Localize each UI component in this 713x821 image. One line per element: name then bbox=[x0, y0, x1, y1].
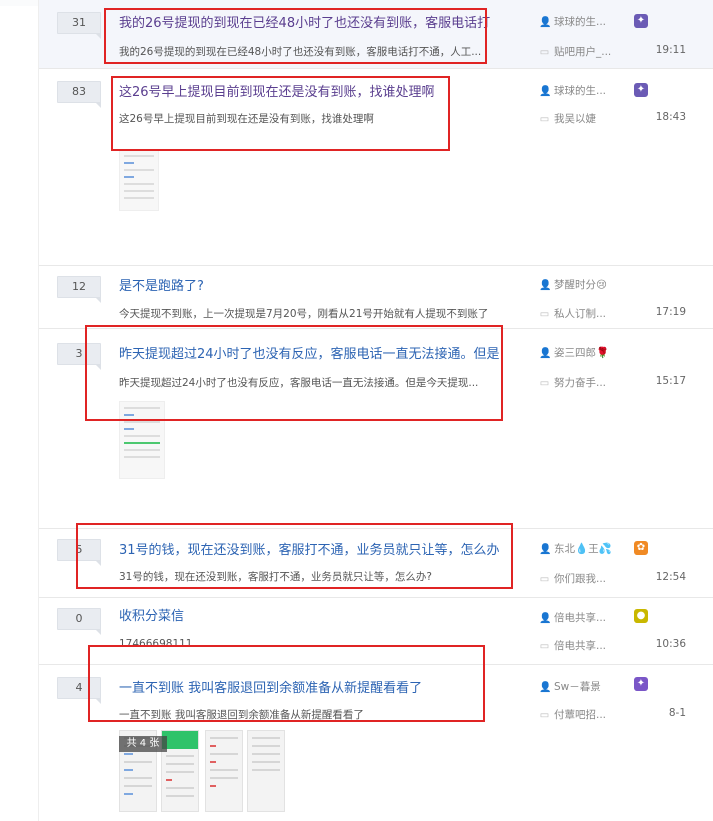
reply-count: 31 bbox=[57, 12, 101, 39]
thread-abstract: 17466698111 bbox=[119, 638, 193, 650]
thread-time: 17:19 bbox=[655, 306, 686, 318]
thread-title[interactable]: 这26号早上提现目前到现在还是没有到账，找谁处理啊 bbox=[119, 81, 435, 100]
thread-time: 19:11 bbox=[655, 44, 686, 56]
thread-author[interactable]: 👤 东北💧王💦 bbox=[539, 541, 612, 556]
thread-author[interactable]: 👤 梦醒时分😢 bbox=[539, 277, 607, 292]
last-reply-user[interactable]: ▭ 贴吧用户_... bbox=[539, 44, 612, 59]
thread-title[interactable]: 31号的钱，现在还没到账，客服打不通，业务员就只让等，怎么办 bbox=[119, 539, 500, 558]
chat-icon: ▭ bbox=[539, 309, 550, 320]
thread-title[interactable]: 收积分菜信 bbox=[119, 605, 184, 624]
thread-row[interactable]: 3 昨天提现超过24小时了也没有反应，客服电话一直无法接通。但是 昨天提现超过2… bbox=[39, 329, 713, 529]
thread-title[interactable]: 昨天提现超过24小时了也没有反应，客服电话一直无法接通。但是 bbox=[119, 343, 500, 362]
thread-author[interactable]: 👤 球球的生... bbox=[539, 83, 606, 98]
thread-author[interactable]: 👤 姿三四郎🌹 bbox=[539, 345, 609, 360]
last-reply-user[interactable]: ▭ 努力奋手... bbox=[539, 375, 606, 390]
thread-image[interactable] bbox=[247, 730, 285, 812]
thread-image[interactable] bbox=[205, 730, 243, 812]
thread-thumbnail[interactable] bbox=[119, 401, 165, 479]
level-badge-icon: ✿ bbox=[634, 541, 648, 555]
thread-row[interactable]: 12 是不是跑路了? 今天提现不到账，上一次提现是7月20号，刚看从21号开始就… bbox=[39, 266, 713, 329]
chat-icon: ▭ bbox=[539, 641, 550, 652]
chat-icon: ▭ bbox=[539, 114, 550, 125]
last-reply-user[interactable]: ▭ 你们跟我... bbox=[539, 571, 606, 586]
thread-time: 18:43 bbox=[655, 111, 686, 123]
reply-count: 0 bbox=[57, 608, 101, 635]
thread-author[interactable]: 👤 倍电共享... bbox=[539, 610, 606, 625]
thread-abstract: 昨天提现超过24小时了也没有反应，客服电话一直无法接通。但是今天提现... bbox=[119, 377, 479, 389]
last-reply-user[interactable]: ▭ 我吴以婕 bbox=[539, 111, 596, 126]
thread-time: 15:17 bbox=[655, 375, 686, 387]
level-badge-icon: ✦ bbox=[634, 677, 648, 691]
last-reply-user[interactable]: ▭ 倍电共享... bbox=[539, 638, 606, 653]
thread-time: 10:36 bbox=[655, 638, 686, 650]
level-badge-icon: ● bbox=[634, 609, 648, 623]
thread-abstract: 我的26号提现的到现在已经48小时了也还没有到账，客服电话打不通，人工... bbox=[119, 46, 482, 58]
chat-icon: ▭ bbox=[539, 47, 550, 58]
thread-author[interactable]: 👤 球球的生... bbox=[539, 14, 606, 29]
person-icon: 👤 bbox=[539, 17, 552, 28]
person-icon: 👤 bbox=[539, 86, 552, 97]
reply-count: 5 bbox=[57, 539, 101, 566]
chat-icon: ▭ bbox=[539, 574, 550, 585]
thread-title[interactable]: 我的26号提现的到现在已经48小时了也还没有到账，客服电话打 bbox=[119, 12, 490, 31]
thread-row[interactable]: 5 31号的钱，现在还没到账，客服打不通，业务员就只让等，怎么办 31号的钱，现… bbox=[39, 529, 713, 598]
last-reply-user[interactable]: ▭ 付蕈吧招... bbox=[539, 707, 606, 722]
thread-row[interactable]: 83 这26号早上提现目前到现在还是没有到账，找谁处理啊 这26号早上提现目前到… bbox=[39, 69, 713, 266]
thread-list: 31 我的26号提现的到现在已经48小时了也还没有到账，客服电话打 我的26号提… bbox=[38, 0, 713, 821]
person-icon: 👤 bbox=[539, 280, 552, 291]
thread-abstract: 这26号早上提现目前到现在还是没有到账，找谁处理啊 bbox=[119, 113, 374, 125]
image-count-tag: 共 4 张 bbox=[119, 736, 167, 752]
thread-row[interactable]: 31 我的26号提现的到现在已经48小时了也还没有到账，客服电话打 我的26号提… bbox=[39, 0, 713, 69]
reply-count: 4 bbox=[57, 677, 101, 704]
thread-title[interactable]: 一直不到账 我叫客服退回到余额准备从新提醒看看了 bbox=[119, 677, 422, 696]
thread-abstract: 一直不到账 我叫客服退回到余额准备从新提醒看看了 bbox=[119, 709, 364, 721]
person-icon: 👤 bbox=[539, 613, 552, 624]
reply-count: 12 bbox=[57, 276, 101, 303]
thread-time: 8-1 bbox=[668, 707, 686, 719]
person-icon: 👤 bbox=[539, 348, 552, 359]
person-icon: 👤 bbox=[539, 682, 552, 693]
thread-abstract: 31号的钱，现在还没到账，客服打不通，业务员就只让等，怎么办? bbox=[119, 571, 432, 583]
last-reply-user[interactable]: ▭ 私人订制... bbox=[539, 306, 606, 321]
thread-time: 12:54 bbox=[655, 571, 686, 583]
thread-row[interactable]: 0 收积分菜信 17466698111 👤 倍电共享... ● ▭ 倍电共享... … bbox=[39, 598, 713, 665]
level-badge-icon: ✦ bbox=[634, 83, 648, 97]
chat-icon: ▭ bbox=[539, 710, 550, 721]
thread-abstract: 今天提现不到账，上一次提现是7月20号，刚看从21号开始就有人提现不到账了 bbox=[119, 308, 489, 320]
reply-count: 3 bbox=[57, 343, 101, 370]
reply-count: 83 bbox=[57, 81, 101, 108]
thread-title[interactable]: 是不是跑路了? bbox=[119, 275, 204, 294]
chat-icon: ▭ bbox=[539, 378, 550, 389]
thread-author[interactable]: 👤 Sw－暮景 bbox=[539, 679, 601, 694]
person-icon: 👤 bbox=[539, 544, 552, 555]
level-badge-icon: ✦ bbox=[634, 14, 648, 28]
thread-thumbnail[interactable] bbox=[119, 149, 159, 211]
